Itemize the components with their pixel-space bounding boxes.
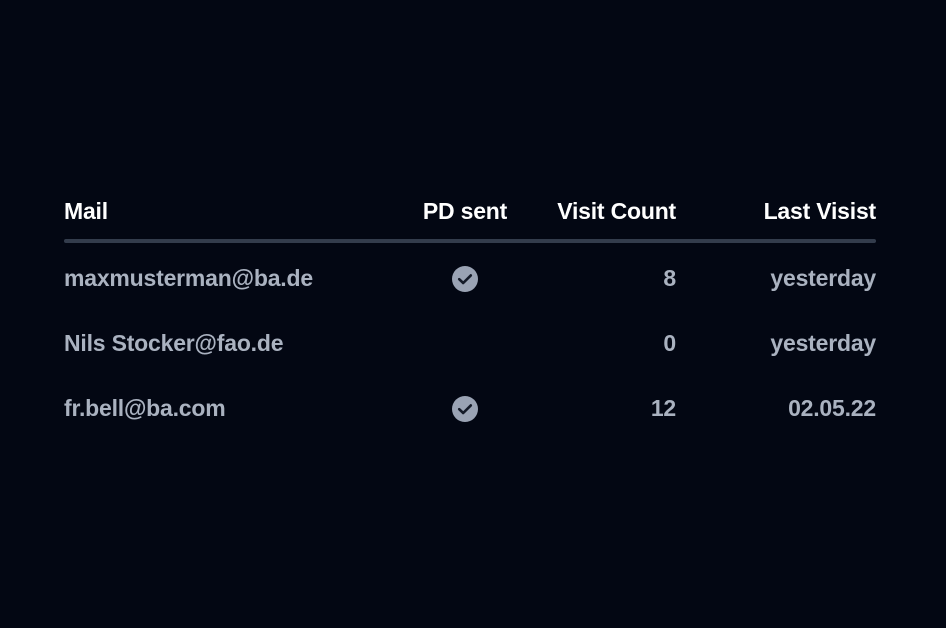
table-header-row: Mail PD sent Visit Count Last Visist [64,186,876,236]
cell-pd-sent [412,311,518,376]
column-header-last-visit[interactable]: Last Visist [676,186,877,236]
header-divider-row [64,236,876,246]
cell-mail: Nils Stocker@fao.de [64,330,284,356]
header-divider-cell [64,236,876,246]
cell-pd-sent [412,246,518,311]
cell-last-visit: yesterday [770,330,876,356]
table-row[interactable]: maxmusterman@ba.de 8 yesterday [64,246,876,311]
cell-visit-count: 8 [663,265,676,291]
pd-sent-empty [452,328,478,354]
cell-last-visit: 02.05.22 [788,395,876,421]
visitor-table: Mail PD sent Visit Count Last Visist max… [64,186,876,441]
table-row[interactable]: fr.bell@ba.com 12 02.05.22 [64,376,876,441]
visitor-table-container: Mail PD sent Visit Count Last Visist max… [64,186,876,441]
app-screen: Mail PD sent Visit Count Last Visist max… [0,0,946,628]
check-circle-icon [452,266,478,293]
table-row[interactable]: Nils Stocker@fao.de 0 yesterday [64,311,876,376]
header-divider [64,239,876,243]
column-header-pd-sent[interactable]: PD sent [412,186,518,236]
cell-last-visit: yesterday [770,265,876,291]
column-header-visit-count[interactable]: Visit Count [518,186,676,236]
table-header: Mail PD sent Visit Count Last Visist [64,186,876,236]
table-body: maxmusterman@ba.de 8 yesterday Nils Stoc… [64,236,876,441]
cell-visit-count: 0 [663,330,676,356]
cell-mail: maxmusterman@ba.de [64,265,313,291]
cell-pd-sent [412,376,518,441]
cell-mail: fr.bell@ba.com [64,395,226,421]
check-circle-icon [452,396,478,423]
cell-visit-count: 12 [650,395,676,421]
column-header-mail[interactable]: Mail [64,186,412,236]
